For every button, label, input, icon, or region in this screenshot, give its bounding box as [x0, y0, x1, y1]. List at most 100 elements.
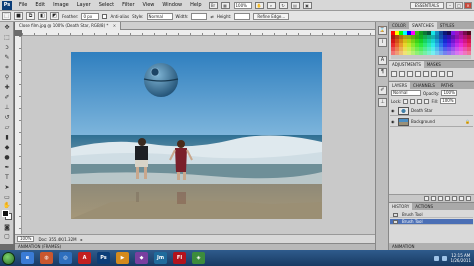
menu-view[interactable]: View [139, 0, 159, 11]
new-selection-icon[interactable]: ■ [14, 12, 23, 20]
adjustment-layer-icon[interactable] [445, 196, 450, 201]
eyedropper-tool-icon[interactable]: ⚲ [2, 74, 12, 82]
zoom-level-field[interactable]: 100% [233, 1, 252, 9]
visibility-eye-icon[interactable]: ◉ [391, 108, 396, 113]
menu-window[interactable]: Window [158, 0, 186, 11]
clone-stamp-tool-icon[interactable]: ⊥ [2, 104, 12, 112]
crop-tool-icon[interactable]: ⌗ [2, 64, 12, 72]
swap-icon[interactable]: ⇄ [210, 14, 213, 19]
taskbar-app-icon[interactable]: Fl [173, 252, 186, 264]
taskbar-app-icon[interactable]: ◈ [192, 252, 205, 264]
feather-input[interactable]: 0 px [81, 12, 100, 20]
rotate-view-icon[interactable]: ↻ [278, 1, 288, 9]
black-white-icon[interactable] [447, 71, 453, 77]
eraser-tool-icon[interactable]: ▱ [2, 124, 12, 132]
hue-saturation-icon[interactable] [431, 71, 437, 77]
marquee-tool-icon[interactable]: ⬚ [2, 34, 12, 42]
network-icon[interactable] [434, 255, 440, 261]
hand-tool-icon[interactable]: ✋ [2, 202, 12, 210]
screen-mode-tool-icon[interactable]: ▢ [2, 233, 12, 241]
type-tool-icon[interactable]: T [2, 174, 12, 182]
tab-adjustments[interactable]: ADJUSTMENTS [389, 61, 424, 68]
status-arrow-icon[interactable]: ▸ [81, 237, 83, 242]
menu-edit[interactable]: Edit [31, 0, 49, 11]
menu-file[interactable]: File [15, 0, 31, 11]
tab-swatches[interactable]: SWATCHES [408, 22, 437, 29]
quick-select-tool-icon[interactable]: ✎ [2, 54, 12, 62]
history-panel-icon[interactable]: ⌛ [378, 26, 387, 35]
menu-help[interactable]: Help [186, 0, 205, 11]
style-select[interactable]: Normal [146, 12, 173, 20]
height-input[interactable] [234, 12, 251, 20]
vibrance-icon[interactable] [423, 71, 429, 77]
taskbar-app-icon[interactable]: ▶ [116, 252, 129, 264]
fill-input[interactable]: 100% [440, 98, 456, 104]
anti-alias-checkbox[interactable] [102, 13, 108, 19]
tab-layers[interactable]: LAYERS [389, 82, 411, 89]
quick-mask-icon[interactable]: ◙ [2, 224, 12, 232]
visibility-eye-icon[interactable]: ◉ [391, 119, 396, 124]
subtract-selection-icon[interactable]: ◧ [38, 12, 47, 20]
swatch-grid[interactable] [391, 31, 471, 59]
bridge-icon[interactable]: Br [208, 1, 218, 9]
lock-position-icon[interactable] [417, 99, 423, 104]
beach-photo[interactable] [71, 52, 322, 219]
curves-icon[interactable] [407, 71, 413, 77]
new-group-icon[interactable] [452, 196, 457, 201]
tab-masks[interactable]: MASKS [424, 61, 444, 68]
history-brush-tool-icon[interactable]: ↺ [2, 114, 12, 122]
menu-layer[interactable]: Layer [73, 0, 95, 11]
tab-color[interactable]: COLOR [389, 22, 409, 29]
taskbar-app-icon[interactable]: ◆ [135, 252, 148, 264]
brush-presets-icon[interactable]: ✐ [378, 86, 387, 95]
arrange-documents-icon[interactable]: ▤ [290, 1, 300, 9]
canvas-area[interactable] [22, 36, 375, 234]
taskbar-app-icon[interactable]: e [21, 252, 34, 264]
lasso-tool-icon[interactable]: ↄ [2, 44, 12, 52]
menu-select[interactable]: Select [95, 0, 118, 11]
gradient-tool-icon[interactable]: ▮ [2, 134, 12, 142]
document-tab[interactable]: Close film.jpg @ 100% (Death Star, RGB/8… [15, 21, 122, 30]
refine-edge-button[interactable]: Refine Edge... [253, 12, 290, 20]
minimize-button[interactable]: – [446, 2, 454, 9]
menu-filter[interactable]: Filter [118, 0, 138, 11]
healing-brush-tool-icon[interactable]: ✚ [2, 84, 12, 92]
taskbar-app-icon[interactable]: A [78, 252, 91, 264]
workspace-switcher[interactable]: ESSENTIALS [409, 2, 444, 9]
brightness-icon[interactable] [391, 71, 397, 77]
mini-bridge-icon[interactable]: ▦ [220, 1, 230, 9]
path-selection-tool-icon[interactable]: ➤ [2, 184, 12, 192]
tab-history[interactable]: HISTORY [389, 203, 413, 210]
marquee-tool-preset-icon[interactable]: ⬚ [2, 12, 11, 20]
volume-icon[interactable] [442, 255, 448, 261]
menu-image[interactable]: Image [49, 0, 73, 11]
start-button[interactable] [2, 251, 15, 265]
history-item[interactable]: Brush Tool [390, 212, 473, 218]
maximize-button[interactable]: □ [455, 2, 463, 9]
tab-actions[interactable]: ACTIONS [412, 203, 436, 210]
pen-tool-icon[interactable]: ✒ [2, 164, 12, 172]
lock-pixels-icon[interactable] [410, 99, 416, 104]
taskbar-app-icon[interactable]: ◍ [40, 252, 53, 264]
exposure-icon[interactable] [415, 71, 421, 77]
paragraph-panel-icon[interactable]: ¶ [378, 68, 387, 77]
blend-mode-select[interactable]: Normal [391, 90, 421, 96]
taskbar-app-icon[interactable]: ◎ [59, 252, 72, 264]
hand-icon[interactable]: ✋ [254, 1, 264, 9]
link-layers-icon[interactable] [424, 196, 429, 201]
levels-icon[interactable] [399, 71, 405, 77]
close-tab-icon[interactable]: × [113, 23, 116, 28]
history-item[interactable]: Brush Tool [390, 219, 473, 225]
clock[interactable]: 12:15 AM 1/26/2011 [450, 253, 471, 263]
zoom-icon[interactable]: ⌕ [266, 1, 276, 9]
close-button[interactable]: × [464, 2, 472, 9]
taskbar-app-icon[interactable]: Ps [97, 252, 110, 264]
trash-icon[interactable] [466, 196, 471, 201]
add-mask-icon[interactable] [438, 196, 443, 201]
blur-tool-icon[interactable]: ◆ [2, 144, 12, 152]
tab-channels[interactable]: CHANNELS [410, 82, 438, 89]
lock-transparency-icon[interactable] [403, 99, 409, 104]
opacity-input[interactable]: 100% [441, 90, 457, 96]
foreground-color-swatch[interactable] [2, 210, 9, 217]
width-input[interactable] [191, 12, 208, 20]
